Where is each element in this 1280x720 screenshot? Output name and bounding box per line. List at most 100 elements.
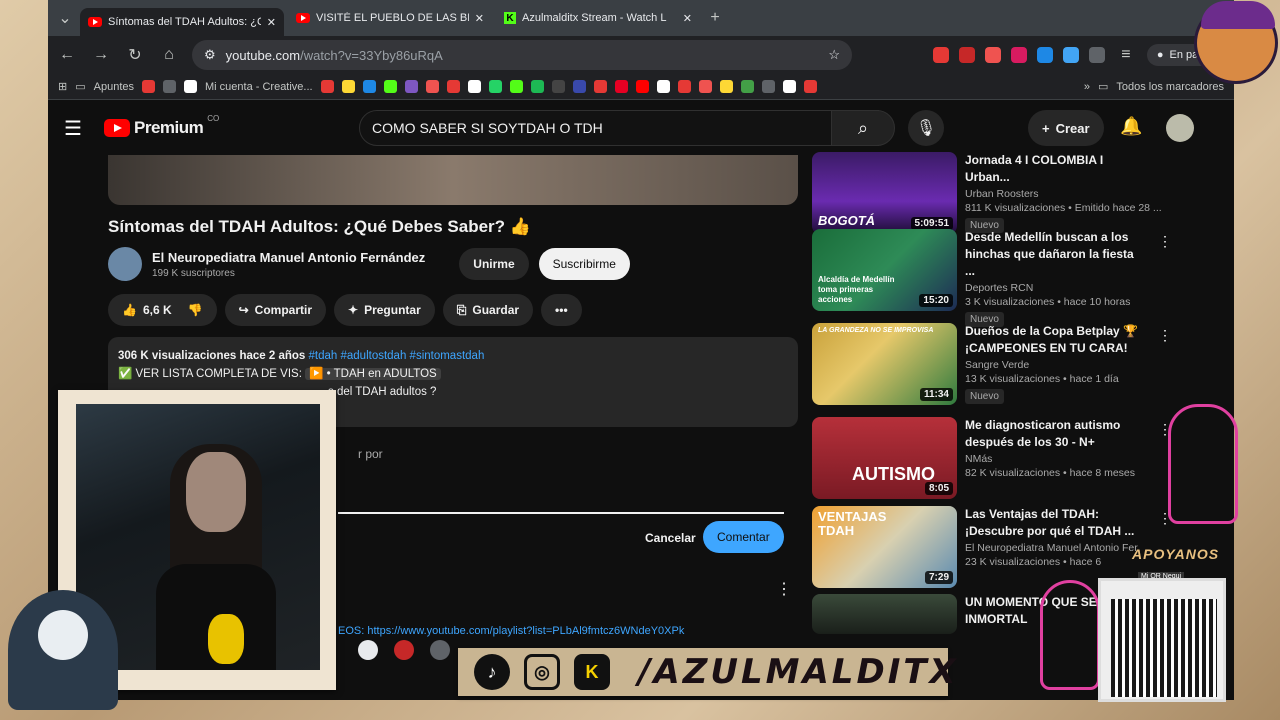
bookmark-star-icon[interactable]: ☆ [828, 47, 840, 63]
bookmark-icon[interactable] [142, 80, 155, 93]
bookmark-icon[interactable] [320, 80, 334, 93]
youtube-play-icon [104, 119, 130, 137]
subscribe-button[interactable]: Suscribirme [538, 248, 630, 280]
bookmark-creative[interactable]: Mi cuenta - Creative... [205, 81, 313, 93]
close-icon[interactable]: ✕ [683, 12, 692, 25]
bookmark-icon[interactable] [782, 80, 796, 93]
youtube-icon[interactable] [635, 80, 649, 93]
user-avatar[interactable] [1166, 114, 1194, 142]
translate-icon[interactable] [1036, 47, 1053, 63]
reload-icon[interactable]: ↻ [124, 45, 146, 65]
comment-input-line[interactable] [338, 512, 784, 514]
bookmark-icon[interactable] [362, 80, 376, 93]
playlist-link[interactable]: EOS: https://www.youtube.com/playlist?li… [338, 625, 718, 637]
extension-icon[interactable] [932, 47, 949, 63]
extension-icon[interactable] [958, 47, 975, 63]
bookmark-icon[interactable] [677, 80, 691, 93]
forward-icon[interactable]: → [90, 46, 112, 64]
apps-icon[interactable]: ⊞ [58, 80, 67, 93]
save-button[interactable]: ⎘ Guardar [442, 294, 534, 326]
whatsapp-icon[interactable] [488, 80, 502, 93]
rec-item[interactable]: VENTAJAS TDAH 7:29 Las Ventajas del TDAH:… [812, 506, 1172, 588]
close-icon[interactable]: ✕ [267, 16, 276, 29]
bookmark-icon[interactable] [184, 80, 197, 93]
rec-thumbnail[interactable]: BOGOTÁ 5:09:51 [812, 152, 957, 234]
bookmark-icon[interactable] [446, 80, 460, 93]
bookmark-icon[interactable] [593, 80, 607, 93]
app-icon[interactable] [430, 640, 450, 660]
bookmark-icon[interactable] [530, 80, 544, 93]
url-field[interactable]: ⚙ youtube.com/watch?v=33Yby86uRqA ☆ [192, 40, 852, 70]
extension-icon[interactable] [1010, 47, 1027, 63]
rec-item[interactable]: BOGOTÁ 5:09:51 Jornada 4 I COLOMBIA I Urb… [812, 152, 1172, 234]
rec-item[interactable]: Alcaldía de Medellín toma primeras accio… [812, 229, 1172, 327]
more-vert-icon[interactable]: ⋮ [1158, 233, 1172, 250]
bookmark-icon[interactable] [551, 80, 565, 93]
join-button[interactable]: Unirme [459, 248, 529, 280]
more-vert-icon[interactable]: ⋮ [776, 579, 792, 599]
bookmark-icon[interactable] [572, 80, 586, 93]
home-icon[interactable]: ⌂ [158, 46, 180, 64]
thumbs-down-icon[interactable]: 👎 [188, 303, 203, 317]
close-icon[interactable]: ✕ [475, 12, 484, 25]
tab-2[interactable]: VISITÉ EL PUEBLO DE LAS BRUJ ✕ [288, 4, 492, 32]
rec-item[interactable]: AUTISMO 8:05 Me diagnosticaron autismo de… [812, 417, 1172, 499]
rec-thumbnail[interactable]: VENTAJAS TDAH 7:29 [812, 506, 957, 588]
back-icon[interactable]: ← [56, 46, 78, 64]
video-player[interactable] [108, 155, 798, 205]
bookmark-icon[interactable] [719, 80, 733, 93]
bookmark-icon[interactable] [163, 80, 176, 93]
bookmark-icon[interactable] [656, 80, 670, 93]
media-icon[interactable]: ≡ [1115, 46, 1137, 64]
new-tab-icon[interactable]: + [704, 9, 726, 27]
rec-item[interactable]: LA GRANDEZA NO SE IMPROVISA 11:34 Dueños … [812, 323, 1172, 405]
kick-icon[interactable] [509, 80, 523, 93]
hashtags[interactable]: #tdah #adultostdah #sintomastdah [309, 350, 485, 362]
tab-1[interactable]: Síntomas del TDAH Adultos: ¿Q ✕ [80, 8, 284, 36]
search-input[interactable]: COMO SABER SI SOYTDAH O TDH ✕ [359, 110, 879, 146]
share-button[interactable]: ↪ Compartir [224, 294, 326, 326]
ask-button[interactable]: ✦ Preguntar [334, 294, 435, 326]
voice-search-button[interactable]: 🎙 [908, 110, 944, 146]
more-vert-icon[interactable]: ⋮ [1158, 327, 1172, 344]
rec-thumbnail[interactable]: Alcaldía de Medellín toma primeras accio… [812, 229, 957, 311]
bookmark-icon[interactable] [383, 80, 397, 93]
puzzle-icon[interactable] [1088, 47, 1105, 63]
app-icon[interactable] [358, 640, 378, 660]
rec-thumbnail[interactable] [812, 594, 957, 634]
cancel-button[interactable]: Cancelar [633, 523, 708, 553]
app-icon[interactable] [394, 640, 414, 660]
extension-icon[interactable] [984, 47, 1001, 63]
menu-icon[interactable]: ☰ [64, 116, 94, 141]
bookmark-icon[interactable] [341, 80, 355, 93]
bookmark-icon[interactable] [803, 80, 817, 93]
youtube-logo[interactable]: Premium CO [104, 114, 219, 138]
bookmark-icon[interactable] [404, 80, 418, 93]
playlist-chip[interactable]: ▶️ • TDAH en ADULTOS [305, 368, 441, 380]
channel-avatar[interactable] [108, 247, 142, 281]
bookmark-icon[interactable] [698, 80, 712, 93]
notifications-bell-icon[interactable]: 🔔 [1120, 116, 1142, 137]
like-button[interactable]: 👍 6,6 K 👎 [108, 294, 217, 326]
more-actions-button[interactable]: ••• [541, 294, 582, 326]
extension-icon[interactable] [1062, 47, 1079, 63]
desc-line1a: ✅ VER LISTA COMPLETA DE VI [118, 368, 292, 380]
thumb-text: AUTISMO [852, 464, 935, 484]
chevron-right-icon[interactable]: » [1084, 81, 1090, 93]
rec-thumbnail[interactable]: LA GRANDEZA NO SE IMPROVISA 11:34 [812, 323, 957, 405]
tab-search-icon[interactable]: ⌄ [54, 8, 76, 28]
bookmark-icon[interactable] [425, 80, 439, 93]
bookmark-icon[interactable] [467, 80, 481, 93]
site-info-icon[interactable]: ⚙ [204, 47, 216, 63]
tab-3[interactable]: K Azulmalditx Stream - Watch L ✕ [496, 4, 700, 32]
pinterest-icon[interactable] [614, 80, 628, 93]
bookmark-apuntes[interactable]: Apuntes [94, 81, 134, 93]
all-bookmarks[interactable]: Todos los marcadores [1116, 81, 1224, 93]
create-button[interactable]: + Crear [1028, 110, 1104, 146]
bookmark-icon[interactable] [740, 80, 754, 93]
search-button[interactable]: ⌕ [831, 110, 895, 146]
channel-name[interactable]: El Neuropediatra Manuel Antonio Fernánde… [152, 250, 425, 265]
bookmark-icon[interactable] [761, 80, 775, 93]
rec-thumbnail[interactable]: AUTISMO 8:05 [812, 417, 957, 499]
comment-button[interactable]: Comentar [703, 521, 784, 553]
